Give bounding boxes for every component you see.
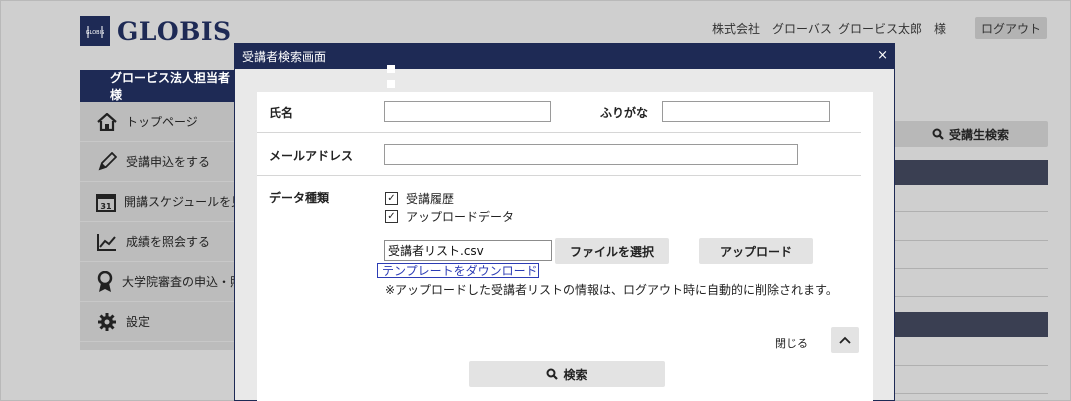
- search-modal: 受講者検索画面 × 氏名 ふりがな メールアドレス データ種類 ✓ 受講履歴 ✓…: [234, 43, 895, 401]
- collapse-button[interactable]: [831, 327, 859, 353]
- modal-body: 氏名 ふりがな メールアドレス データ種類 ✓ 受講履歴 ✓ アップロードデータ…: [257, 92, 873, 401]
- sidebar-item-label: 大学院審査の申込・照: [122, 275, 240, 289]
- table-row-divider: [893, 393, 1048, 394]
- gear-icon: [96, 311, 118, 333]
- search-icon: [932, 128, 944, 140]
- globis-logo: GLOBIS GLOBIS: [80, 16, 232, 46]
- student-search-label: 受講生検索: [948, 127, 1009, 142]
- logo-mark-icon: GLOBIS: [80, 16, 110, 46]
- user-name: グロービス太郎 様: [838, 22, 947, 36]
- chart-icon: [96, 231, 118, 253]
- sidebar-item-schedule[interactable]: 31 開講スケジュールを見: [80, 182, 240, 222]
- email-label: メールアドレス: [269, 149, 354, 163]
- checkbox-checked-icon[interactable]: ✓: [385, 192, 398, 205]
- table-header-bar: [893, 160, 1048, 185]
- checkbox-checked-icon[interactable]: ✓: [385, 210, 398, 223]
- sidebar-title: グロービス法人担当者様: [80, 70, 240, 102]
- email-field[interactable]: [384, 144, 798, 165]
- svg-text:31: 31: [100, 202, 112, 211]
- sidebar-item-grades[interactable]: 成績を照会する: [80, 222, 240, 262]
- sidebar-item-top[interactable]: トップページ: [80, 102, 240, 142]
- search-button[interactable]: 検索: [469, 361, 665, 387]
- search-button-label: 検索: [563, 367, 588, 382]
- checkbox-label: 受講履歴: [406, 192, 455, 206]
- close-icon[interactable]: ×: [877, 48, 888, 64]
- logout-button[interactable]: ログアウト: [975, 17, 1047, 39]
- table-row-divider: [893, 211, 1048, 212]
- sidebar-item-label: 成績を照会する: [126, 235, 211, 249]
- checkbox-label: アップロードデータ: [406, 210, 515, 224]
- calendar-icon: 31: [96, 191, 116, 213]
- award-icon: [96, 270, 114, 293]
- table-header-bar: [893, 312, 1048, 337]
- scroll-indicator: [387, 80, 395, 88]
- name-label: 氏名: [269, 106, 294, 120]
- upload-note: ※アップロードした受講者リストの情報は、ログアウト時に自動的に削除されます。: [385, 283, 838, 297]
- furigana-field[interactable]: [662, 101, 830, 122]
- sidebar-item-label: 設定: [126, 315, 151, 329]
- choose-file-button[interactable]: ファイルを選択: [555, 238, 669, 264]
- table-row-divider: [893, 268, 1048, 269]
- name-field[interactable]: [384, 101, 551, 122]
- logo-text: GLOBIS: [117, 16, 232, 46]
- sidebar: トップページ 受講申込をする 31 開講スケジュールを見 成績を照会する 大学院…: [80, 102, 240, 350]
- sidebar-item-label: トップページ: [126, 115, 198, 129]
- svg-text:GLOBIS: GLOBIS: [86, 30, 105, 36]
- sidebar-item-apply[interactable]: 受講申込をする: [80, 142, 240, 182]
- close-label[interactable]: 閉じる: [775, 335, 808, 351]
- furigana-label: ふりがな: [600, 106, 649, 120]
- checkbox-upload-data[interactable]: ✓ アップロードデータ: [385, 208, 514, 225]
- data-type-label: データ種類: [269, 191, 330, 205]
- sidebar-item-settings[interactable]: 設定: [80, 302, 240, 342]
- table-row-divider: [893, 365, 1048, 366]
- company-name: 株式会社 グローバス: [712, 22, 832, 36]
- row-divider: [257, 175, 861, 176]
- modal-title-bar: 受講者検索画面 ×: [235, 44, 894, 69]
- table-row-divider: [893, 240, 1048, 241]
- pencil-icon: [96, 151, 118, 173]
- home-icon: [96, 111, 118, 133]
- file-name-field: 受講者リスト.csv: [384, 240, 552, 261]
- search-icon: [546, 368, 559, 380]
- student-search-button[interactable]: 受講生検索: [893, 121, 1048, 147]
- sidebar-item-label: 受講申込をする: [126, 155, 211, 169]
- checkbox-history[interactable]: ✓ 受講履歴: [385, 190, 454, 207]
- sidebar-item-label: 開講スケジュールを見: [124, 195, 240, 209]
- row-divider: [257, 132, 861, 133]
- sidebar-item-graduate[interactable]: 大学院審査の申込・照: [80, 262, 240, 302]
- upload-button[interactable]: アップロード: [699, 238, 813, 264]
- modal-title: 受講者検索画面: [242, 50, 327, 64]
- table-row-divider: [893, 296, 1048, 297]
- template-download-link[interactable]: テンプレートをダウンロード: [377, 263, 539, 278]
- scroll-indicator: [387, 65, 395, 73]
- chevron-up-icon: [839, 336, 851, 344]
